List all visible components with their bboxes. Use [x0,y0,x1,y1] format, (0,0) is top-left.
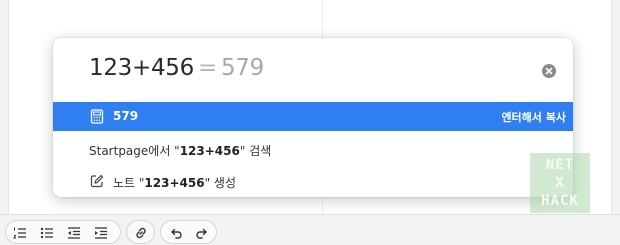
create-note-option[interactable]: 노트 "123+456" 생성 [53,166,573,196]
watermark-logo: NET X HACK [530,153,590,213]
note-option-label: 노트 "123+456" 생성 [113,176,236,190]
startpage-option-label: Startpage에서 "123+456" 검색 [89,144,272,158]
note-edit-icon [90,174,104,188]
numbered-list-icon[interactable] [12,225,28,241]
list-format-group [5,220,121,244]
watermark-line-1: NET [545,157,575,173]
quick-search-palette: 123+456 = 579 579 엔터해서 복사 Startpage에서 "123… [53,38,573,197]
search-input[interactable]: 123+456 = 579 [89,55,264,81]
undo-icon[interactable] [168,225,184,241]
result-value: 579 [113,109,139,123]
search-input-row[interactable]: 123+456 = 579 [53,38,573,102]
redo-icon[interactable] [194,225,210,241]
search-expression: 123+456 [89,55,194,81]
history-group [160,220,217,244]
clear-icon[interactable] [542,64,556,78]
equals-sign: = [197,55,217,81]
calculator-icon [90,109,104,124]
outdent-icon[interactable] [66,225,82,241]
link-icon[interactable] [133,225,149,241]
copy-hint: 엔터해서 복사 [501,111,566,124]
calculator-result-row[interactable]: 579 엔터해서 복사 [53,102,573,131]
watermark-line-2: X [555,175,565,191]
startpage-search-option[interactable]: Startpage에서 "123+456" 검색 [53,134,573,164]
inline-result: 579 [220,55,264,81]
editor-toolbar [0,214,620,245]
link-group [126,220,155,244]
bullet-list-icon[interactable] [39,225,55,241]
indent-icon[interactable] [93,225,109,241]
watermark-line-3: HACK [541,193,579,209]
